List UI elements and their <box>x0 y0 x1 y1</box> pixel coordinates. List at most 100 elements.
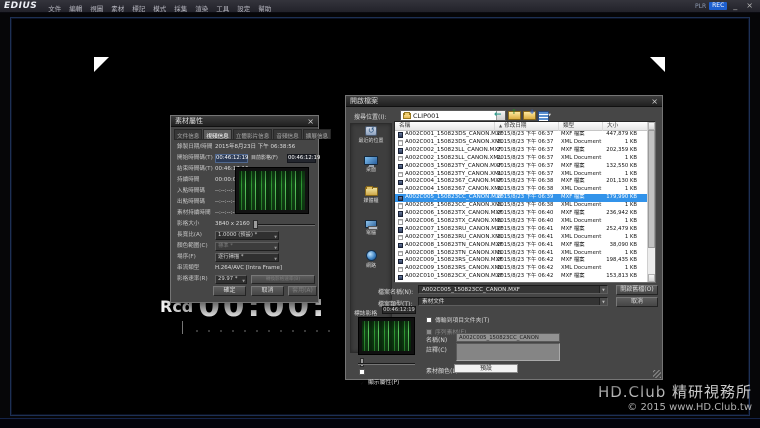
clip-name-input[interactable]: A002C005_150823CC_CANON <box>456 333 560 342</box>
ok-button[interactable]: 確定 <box>213 286 246 296</box>
file-name: A002C006_150823TX_CANON.MXF <box>405 210 502 218</box>
tab-3[interactable]: 音頻信息 <box>273 129 301 139</box>
menu-item-4[interactable]: 標記 <box>128 5 149 13</box>
file-name-input[interactable]: A002C005_150823CC_CANON.MXF <box>418 285 608 294</box>
sidebar-item-recent-places[interactable]: 最近的位置 <box>351 126 391 144</box>
property-dropdown: 標準 * <box>215 242 279 251</box>
file-row[interactable]: A002C010_150823CX_CANON.MXF2015/8/23 下午 … <box>395 273 647 281</box>
up-folder-icon[interactable] <box>508 110 520 121</box>
file-size: 1 KB <box>591 250 637 258</box>
back-icon[interactable] <box>493 110 505 121</box>
file-name: A002C007_150823RU_CANON.MXF <box>405 226 503 234</box>
scroll-up-icon[interactable] <box>648 122 655 130</box>
frame-rate-dropdown[interactable]: 29.97 * <box>215 275 247 284</box>
file-row[interactable]: A002C001_150823DS_CANON.MXF2015/8/23 下午 … <box>395 131 647 139</box>
minimize-icon[interactable]: _ <box>730 1 740 11</box>
file-row[interactable]: A002C001_150823DS_CANON.XML2015/8/23 下午 … <box>395 139 647 147</box>
file-row[interactable]: A002C007_150823RU_CANON.XML2015/8/23 下午 … <box>395 234 647 242</box>
property-dropdown[interactable]: 逐行掃描 * <box>215 253 279 262</box>
column-header-1[interactable]: ▲修改日期 <box>495 122 559 131</box>
property-row: 串流類型H.264/AVC [Intra Frame] <box>177 264 317 274</box>
current-frame-field[interactable]: 00:46:12:19 <box>287 154 316 163</box>
file-row[interactable]: A002C003_150823TY_CANON.MXF2015/8/23 下午 … <box>395 163 647 171</box>
clip-color-button[interactable]: 預設 <box>454 364 518 373</box>
menu-item-6[interactable]: 採集 <box>170 5 191 13</box>
file-type-dropdown[interactable]: 素材文件 <box>418 297 608 306</box>
sidebar-item-computer[interactable]: 電腦 <box>351 220 391 236</box>
menu-item-8[interactable]: 工具 <box>212 5 233 13</box>
menu-item-9[interactable]: 設定 <box>233 5 254 13</box>
view-menu-icon[interactable] <box>538 110 550 121</box>
file-date: 2015/8/23 下午 06:37 <box>497 147 553 155</box>
tab-1[interactable]: 視頻信息 <box>203 129 231 139</box>
resize-grip[interactable] <box>653 370 661 378</box>
open-dialog-titlebar[interactable]: 開啟檔案 × <box>346 96 662 107</box>
menu-item-10[interactable]: 幫助 <box>254 5 275 13</box>
file-row[interactable]: A002C008_150823TN_CANON.MXF2015/8/23 下午 … <box>395 242 647 250</box>
transfer-to-project-option[interactable]: 傳輸到項目文件夾(T) <box>426 307 489 315</box>
look-in-dropdown[interactable]: CLIP001 <box>400 110 506 121</box>
file-date: 2015/8/23 下午 06:41 <box>497 234 553 242</box>
sidebar-item-libraries[interactable]: 媒體櫃 <box>351 187 391 204</box>
new-folder-icon[interactable] <box>523 110 535 121</box>
poster-frame-slider[interactable] <box>358 356 415 368</box>
cancel-button[interactable]: 取消 <box>616 297 658 307</box>
slider-track <box>358 363 415 365</box>
tab-2[interactable]: 立體影片信息 <box>233 129 273 139</box>
sidebar-item-label: 網路 <box>351 262 391 269</box>
scroll-down-icon[interactable] <box>648 274 655 282</box>
menu-item-3[interactable]: 素材 <box>107 5 128 13</box>
file-name: A002C003_150823TY_CANON.MXF <box>405 163 502 171</box>
file-row[interactable]: A002C002_150823LL_CANON.MXF2015/8/23 下午 … <box>395 147 647 155</box>
close-icon[interactable]: × <box>651 97 658 106</box>
recorder-mode-button[interactable]: REC <box>709 2 727 10</box>
file-size: 1 KB <box>591 155 637 163</box>
properties-titlebar[interactable]: 素材屬性 × <box>171 116 318 127</box>
scrollbar-thumb[interactable] <box>648 130 655 248</box>
chevron-down-icon[interactable] <box>599 286 607 293</box>
sidebar-item-network[interactable]: 網路 <box>351 250 391 269</box>
mxf-file-icon <box>398 227 403 232</box>
tab-4[interactable]: 擴展信息 <box>303 129 331 139</box>
file-row[interactable]: A002C006_150823TX_CANON.XML2015/8/23 下午 … <box>395 218 647 226</box>
menu-item-7[interactable]: 渲染 <box>191 5 212 13</box>
cancel-button[interactable]: 取消 <box>251 286 284 296</box>
column-header-label: 修改日期 <box>504 123 526 129</box>
slider-handle[interactable] <box>253 220 258 229</box>
menu-bar: EDIUS 文件編輯視圖素材標記模式採集渲染工具設定幫助 PLR REC _ × <box>0 0 760 13</box>
property-row: 錄製日期/時間2015年8月23日 下午 06:38:56 <box>177 143 317 153</box>
property-label: 顏色範圍(C) <box>177 242 208 251</box>
close-icon[interactable]: × <box>307 117 314 126</box>
file-row[interactable]: A002C009_150823RS_CANON.XML2015/8/23 下午 … <box>395 265 647 273</box>
file-name: A002C004_15082367_CANON.XML <box>405 186 502 194</box>
tab-0[interactable]: 文件信息 <box>174 129 202 139</box>
file-row[interactable]: A002C005_150823CC_CANON.XML2015/8/23 下午 … <box>395 202 647 210</box>
comment-input[interactable] <box>456 343 560 361</box>
show-properties-option[interactable]: 顯示屬性(P) <box>359 369 399 377</box>
file-row[interactable]: A002C002_150823LL_CANON.XML2015/8/23 下午 … <box>395 155 647 163</box>
player-mode-button[interactable]: PLR <box>695 3 706 10</box>
chevron-down-icon[interactable] <box>599 298 607 305</box>
close-icon[interactable]: × <box>743 1 756 11</box>
column-header-0[interactable]: 名稱 <box>395 122 495 131</box>
menu-item-1[interactable]: 編輯 <box>65 5 86 13</box>
menu-item-0[interactable]: 文件 <box>44 5 65 13</box>
open-button[interactable]: 開啟舊檔(O) <box>616 285 658 295</box>
corner-marker-left-icon <box>94 57 109 72</box>
file-size: 1 KB <box>591 234 637 242</box>
menu-item-2[interactable]: 視圖 <box>86 5 107 13</box>
menu-item-5[interactable]: 模式 <box>149 5 170 13</box>
start-timecode-field[interactable]: 00:46:12:19 <box>215 154 248 163</box>
scrollbar[interactable] <box>647 122 655 282</box>
file-row[interactable]: A002C007_150823RU_CANON.MXF2015/8/23 下午 … <box>395 226 647 234</box>
file-row[interactable]: A002C006_150823TX_CANON.MXF2015/8/23 下午 … <box>395 210 647 218</box>
show-properties-checkbox[interactable] <box>359 369 365 375</box>
file-row[interactable]: A002C004_15082367_CANON.XML2015/8/23 下午 … <box>395 186 647 194</box>
file-size: 198,435 KB <box>591 257 637 265</box>
file-row[interactable]: A002C005_150823CC_CANON.MXF2015/8/23 下午 … <box>395 194 647 202</box>
file-date: 2015/8/23 下午 06:38 <box>497 202 553 210</box>
property-dropdown[interactable]: 1.0000 (預設) * <box>215 231 279 240</box>
column-header-2[interactable]: 類型 <box>559 122 603 131</box>
column-header-3[interactable]: 大小 <box>603 122 649 131</box>
sidebar-item-desktop[interactable]: 桌面 <box>351 156 391 173</box>
